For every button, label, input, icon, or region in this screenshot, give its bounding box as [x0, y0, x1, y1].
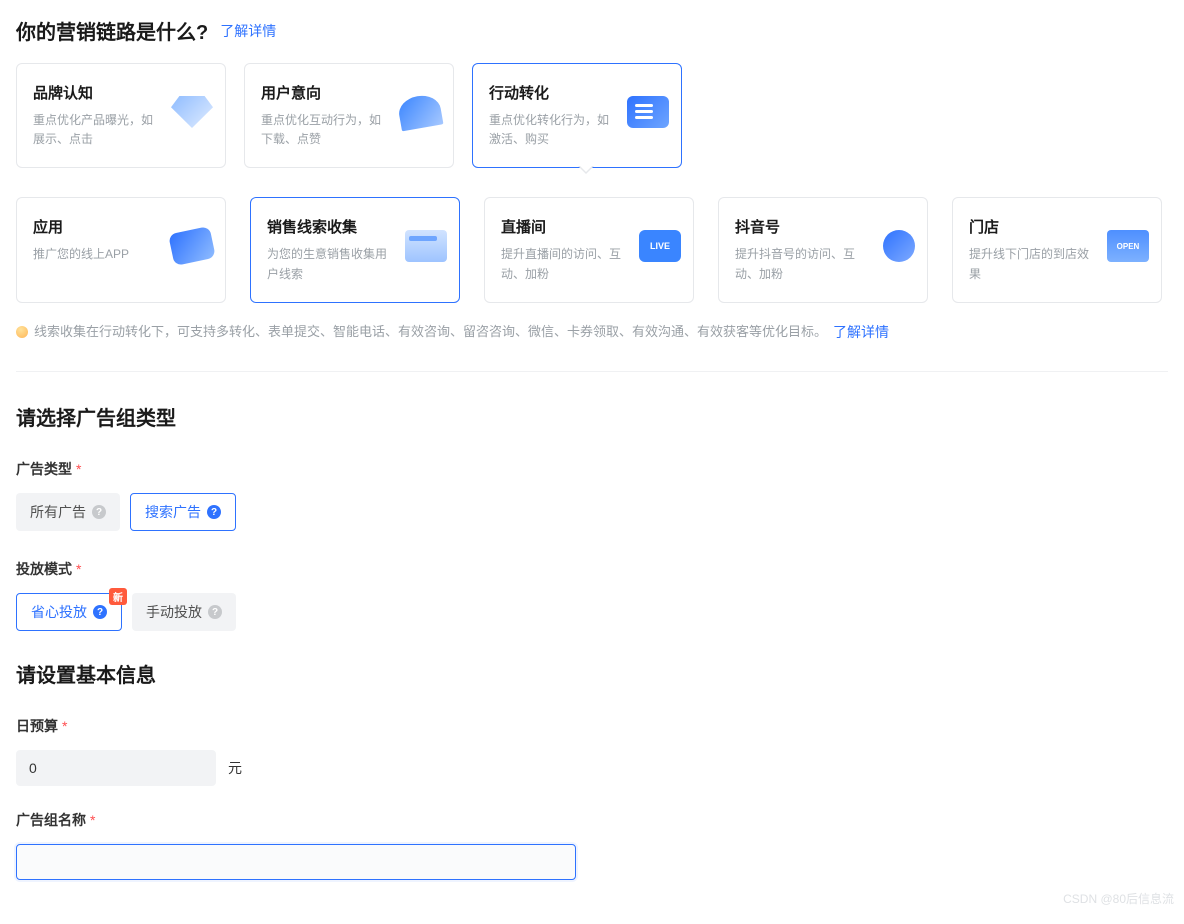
mode-label: 投放模式*	[16, 559, 1168, 579]
opt-smart-mode[interactable]: 省心投放 ? 新	[16, 593, 122, 631]
card-desc: 提升抖音号的访问、互动、加粉	[735, 245, 865, 283]
budget-row: 元	[16, 750, 1168, 786]
card-desc: 重点优化产品曝光，如展示、点击	[33, 111, 163, 149]
ad-group-name-input[interactable]	[16, 844, 576, 880]
watermark: CSDN @80后信息流	[1063, 890, 1174, 907]
card-app[interactable]: 应用 推广您的线上APP	[16, 197, 226, 302]
sub-card-row: 应用 推广您的线上APP 销售线索收集 为您的生意销售收集用户线索 直播间 提升…	[16, 197, 1168, 302]
section-title: 请选择广告组类型	[16, 402, 1168, 431]
card-brand-awareness[interactable]: 品牌认知 重点优化产品曝光，如展示、点击	[16, 63, 226, 168]
form-card-icon	[405, 230, 447, 262]
section-marketing-path: 你的营销链路是什么? 了解详情 品牌认知 重点优化产品曝光，如展示、点击 用户意…	[16, 16, 1168, 343]
section-ad-group-type: 请选择广告组类型 广告类型* 所有广告 ? 搜索广告 ? 投放模式* 省心投放 …	[16, 402, 1168, 631]
shop-icon: OPEN	[1107, 230, 1149, 262]
help-icon[interactable]: ?	[207, 505, 221, 519]
hint-text: 线索收集在行动转化下，可支持多转化、表单提交、智能电话、有效咨询、留咨咨询、微信…	[34, 322, 827, 343]
name-row	[16, 844, 1168, 880]
path-card-row: 品牌认知 重点优化产品曝光，如展示、点击 用户意向 重点优化互动行为，如下载、点…	[16, 63, 1168, 168]
bulb-icon	[16, 326, 28, 338]
card-store[interactable]: 门店 提升线下门店的到店效果 OPEN	[952, 197, 1162, 302]
name-label: 广告组名称*	[16, 810, 1168, 830]
card-douyin[interactable]: 抖音号 提升抖音号的访问、互动、加粉	[718, 197, 928, 302]
budget-input[interactable]	[16, 750, 216, 786]
douyin-icon	[883, 230, 915, 262]
card-desc: 重点优化互动行为，如下载、点赞	[261, 111, 391, 149]
card-desc: 提升线下门店的到店效果	[969, 245, 1099, 283]
section-basic-info: 请设置基本信息 日预算* 元 广告组名称*	[16, 659, 1168, 880]
card-desc: 推广您的线上APP	[33, 245, 163, 264]
card-desc: 提升直播间的访问、互动、加粉	[501, 245, 631, 283]
list-icon	[627, 96, 669, 128]
section-title: 你的营销链路是什么?	[16, 16, 208, 45]
learn-more-link[interactable]: 了解详情	[220, 21, 276, 41]
help-icon[interactable]: ?	[208, 605, 222, 619]
mode-row: 省心投放 ? 新 手动投放 ?	[16, 593, 1168, 631]
card-desc: 为您的生意销售收集用户线索	[267, 245, 397, 283]
new-badge: 新	[109, 588, 127, 605]
hint-row: 线索收集在行动转化下，可支持多转化、表单提交、智能电话、有效咨询、留咨咨询、微信…	[16, 321, 1168, 343]
card-live[interactable]: 直播间 提升直播间的访问、互动、加粉 LIVE	[484, 197, 694, 302]
opt-search-ads[interactable]: 搜索广告 ?	[130, 493, 236, 531]
help-icon[interactable]: ?	[92, 505, 106, 519]
app-icon	[168, 226, 216, 266]
diamond-icon	[171, 96, 213, 128]
live-icon: LIVE	[639, 230, 681, 262]
card-action-conversion[interactable]: 行动转化 重点优化转化行为，如激活、购买	[472, 63, 682, 168]
ad-type-row: 所有广告 ? 搜索广告 ?	[16, 493, 1168, 531]
budget-unit: 元	[228, 758, 242, 778]
hint-link[interactable]: 了解详情	[833, 321, 889, 343]
opt-all-ads[interactable]: 所有广告 ?	[16, 493, 120, 531]
opt-manual-mode[interactable]: 手动投放 ?	[132, 593, 236, 631]
budget-label: 日预算*	[16, 716, 1168, 736]
divider	[16, 371, 1168, 372]
ad-type-label: 广告类型*	[16, 459, 1168, 479]
card-lead-collection[interactable]: 销售线索收集 为您的生意销售收集用户线索	[250, 197, 460, 302]
arrow-down-icon	[578, 166, 594, 174]
help-icon[interactable]: ?	[93, 605, 107, 619]
card-desc: 重点优化转化行为，如激活、购买	[489, 111, 619, 149]
section-head: 你的营销链路是什么? 了解详情	[16, 16, 1168, 45]
card-title: 抖音号	[735, 216, 911, 237]
card-user-intent[interactable]: 用户意向 重点优化互动行为，如下载、点赞	[244, 63, 454, 168]
section-title: 请设置基本信息	[16, 659, 1168, 688]
